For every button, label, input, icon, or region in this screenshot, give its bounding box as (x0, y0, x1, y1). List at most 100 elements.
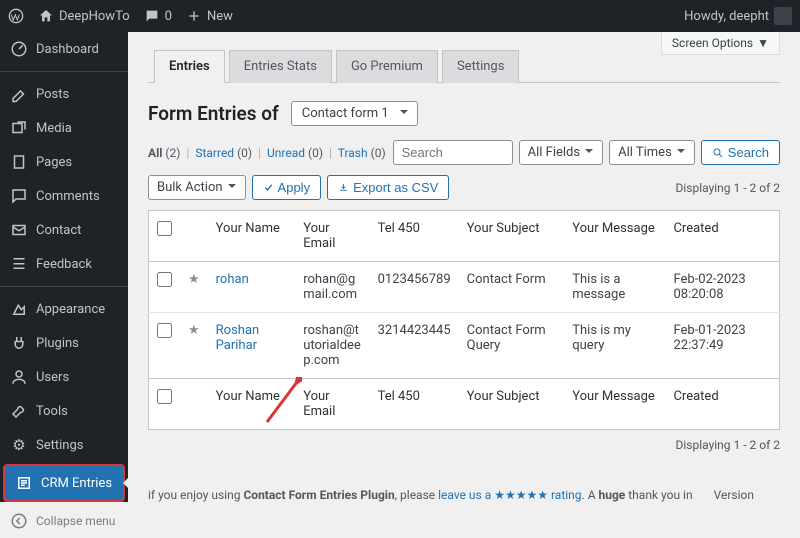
col-name[interactable]: Your Name (208, 211, 296, 262)
tab-entries[interactable]: Entries (154, 50, 225, 83)
search-button[interactable]: Search (701, 140, 780, 165)
site-name: DeepHowTo (59, 9, 130, 24)
tab-settings[interactable]: Settings (442, 50, 519, 83)
comments-link[interactable]: 0 (144, 8, 172, 24)
chevron-down-icon: ▼ (757, 36, 769, 50)
search-input[interactable] (393, 140, 513, 165)
sidebar-label: Dashboard (36, 42, 99, 57)
table-row: ★ rohan rohan@gmail.com 0123456789 Conta… (149, 262, 780, 313)
entry-subject: Contact Form (459, 262, 565, 313)
sidebar-item-contact[interactable]: Contact (0, 213, 128, 247)
col-subject: Your Subject (459, 379, 565, 430)
col-message: Your Message (564, 379, 665, 430)
col-created: Created (665, 379, 779, 430)
sidebar-label: Plugins (36, 336, 79, 351)
list-icon: ☰ (10, 255, 28, 273)
export-csv-button[interactable]: Export as CSV (327, 175, 449, 200)
sidebar-item-pages[interactable]: Pages (0, 145, 128, 179)
footer-text: if you enjoy using Contact Form Entries … (148, 488, 714, 502)
select-all-checkbox-bottom[interactable] (157, 389, 172, 404)
form-select[interactable]: Contact form 1 (291, 101, 418, 126)
col-subject[interactable]: Your Subject (459, 211, 565, 262)
entry-email: rohan@gmail.com (295, 262, 369, 313)
fields-select[interactable]: All Fields (519, 140, 603, 165)
sidebar-label: Feedback (36, 257, 92, 272)
sidebar-item-crm-entries[interactable]: CRM Entries (3, 464, 125, 502)
star-icon[interactable]: ★ (180, 262, 208, 313)
entries-table: Your Name Your Email Tel 450 Your Subjec… (148, 210, 780, 430)
account-link[interactable]: Howdy, deepht (684, 7, 792, 25)
displaying-count-bottom: Displaying 1 - 2 of 2 (148, 438, 780, 452)
col-tel: Tel 450 (370, 379, 459, 430)
sidebar-label: Posts (36, 87, 69, 102)
wp-logo[interactable] (8, 8, 24, 24)
tab-go-premium[interactable]: Go Premium (336, 50, 438, 83)
sidebar-item-posts[interactable]: Posts (0, 77, 128, 111)
sidebar-item-plugins[interactable]: Plugins (0, 326, 128, 360)
sidebar-label: Media (36, 121, 72, 136)
check-icon (263, 182, 274, 193)
col-created[interactable]: Created (665, 211, 779, 262)
displaying-count-top: Displaying 1 - 2 of 2 (676, 181, 781, 195)
entry-name-link[interactable]: Roshan Parihar (216, 323, 260, 353)
col-message[interactable]: Your Message (564, 211, 665, 262)
sidebar-item-comments[interactable]: Comments (0, 179, 128, 213)
sidebar-label: Tools (36, 404, 68, 419)
collapse-label: Collapse menu (36, 514, 115, 528)
sidebar-label: Settings (36, 438, 83, 453)
view-filters: All (2) | Starred (0) | Unread (0) | Tra… (148, 146, 386, 160)
sidebar-item-appearance[interactable]: Appearance (0, 292, 128, 326)
avatar (774, 7, 792, 25)
sidebar-item-media[interactable]: Media (0, 111, 128, 145)
entry-created: Feb-01-2023 22:37:49 (665, 313, 779, 379)
sidebar-item-users[interactable]: Users (0, 360, 128, 394)
row-checkbox[interactable] (157, 272, 172, 287)
apply-button[interactable]: Apply (252, 175, 322, 200)
col-email: Your Email (295, 379, 369, 430)
page-title: Form Entries of (148, 102, 279, 125)
rating-link[interactable]: leave us a ★★★★★ rating (438, 488, 581, 502)
filter-unread[interactable]: Unread (267, 146, 305, 160)
select-all-checkbox[interactable] (157, 221, 172, 236)
sidebar-item-feedback[interactable]: ☰ Feedback (0, 247, 128, 281)
admin-bar: DeepHowTo 0 New Howdy, deepht (0, 0, 800, 32)
entry-email: roshan@tutorialdeep.com (295, 313, 369, 379)
main-content: Screen Options▼ Entries Entries Stats Go… (128, 32, 800, 502)
howdy-text: Howdy, deepht (684, 9, 769, 24)
col-email[interactable]: Your Email (295, 211, 369, 262)
tab-entries-stats[interactable]: Entries Stats (229, 50, 332, 83)
col-name: Your Name (208, 379, 296, 430)
sidebar-label: CRM Entries (41, 476, 112, 491)
sidebar-item-tools[interactable]: Tools (0, 394, 128, 428)
entry-name-link[interactable]: rohan (216, 272, 249, 287)
bulk-action-select[interactable]: Bulk Action (148, 175, 246, 200)
new-label: New (207, 9, 233, 24)
entry-message: This is a message (564, 262, 665, 313)
entry-message: This is my query (564, 313, 665, 379)
sidebar-label: Pages (36, 155, 72, 170)
sidebar-label: Comments (36, 189, 100, 204)
version-text: Version 6.1.1 (714, 488, 780, 502)
screen-options-toggle[interactable]: Screen Options▼ (661, 32, 780, 55)
admin-sidebar: Dashboard Posts Media Pages Comments Con… (0, 32, 128, 502)
row-checkbox[interactable] (157, 323, 172, 338)
filter-all[interactable]: All (148, 146, 162, 160)
sidebar-label: Contact (36, 223, 81, 238)
table-row: ★ Roshan Parihar roshan@tutorialdeep.com… (149, 313, 780, 379)
comments-count: 0 (165, 9, 172, 24)
sidebar-item-settings[interactable]: ⚙ Settings (0, 428, 128, 462)
times-select[interactable]: All Times (609, 140, 695, 165)
filter-trash[interactable]: Trash (338, 146, 368, 160)
entry-tel: 3214423445 (370, 313, 459, 379)
filter-starred[interactable]: Starred (195, 146, 234, 160)
sliders-icon: ⚙ (10, 436, 28, 454)
star-icon[interactable]: ★ (180, 313, 208, 379)
col-tel[interactable]: Tel 450 (370, 211, 459, 262)
download-icon (338, 182, 349, 193)
entry-subject: Contact Form Query (459, 313, 565, 379)
sidebar-item-dashboard[interactable]: Dashboard (0, 32, 128, 66)
entry-created: Feb-02-2023 08:20:08 (665, 262, 779, 313)
new-content-link[interactable]: New (186, 8, 233, 24)
collapse-menu[interactable]: Collapse menu (0, 504, 128, 538)
site-name-link[interactable]: DeepHowTo (38, 8, 130, 24)
